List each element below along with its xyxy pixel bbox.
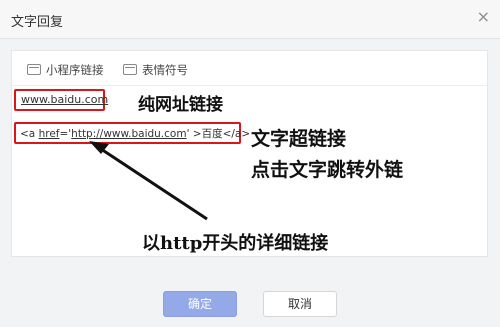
dialog-title: 文字回复 (11, 15, 64, 30)
code-suffix: ' >百度</a> (186, 128, 251, 140)
confirm-button[interactable]: 确定 (163, 291, 237, 317)
code-mid: =' (59, 128, 72, 140)
reply-editor[interactable]: 小程序链接 表情符号 (11, 50, 488, 257)
card-icon (27, 64, 41, 75)
annotation-plain-url: 纯网址链接 (138, 95, 223, 115)
annotation-hyperlink-desc: 点击文字跳转外链 (251, 159, 404, 181)
editor-toolbar: 小程序链接 表情符号 (12, 51, 487, 86)
close-icon[interactable]: × (477, 9, 490, 25)
emoji-button[interactable]: 表情符号 (123, 62, 188, 78)
cancel-button[interactable]: 取消 (263, 291, 337, 317)
mini-program-link-label: 小程序链接 (46, 63, 104, 77)
emoji-label: 表情符号 (142, 63, 188, 77)
mini-program-link-button[interactable]: 小程序链接 (27, 62, 104, 78)
hyperlink-code[interactable]: <a href='http://www.baidu.com' >百度</a> (20, 126, 250, 141)
code-url: http://www.baidu.com (71, 128, 187, 140)
dialog-header: 文字回复 × (0, 0, 500, 39)
code-href-attr: href (38, 128, 60, 140)
annotation-hyperlink: 文字超链接 (251, 128, 347, 150)
plain-url-link[interactable]: www.baidu.com (21, 93, 108, 106)
annotation-http-link: 以http开头的详细链接 (142, 233, 329, 254)
card-icon (123, 64, 137, 75)
code-prefix: <a (20, 128, 39, 140)
